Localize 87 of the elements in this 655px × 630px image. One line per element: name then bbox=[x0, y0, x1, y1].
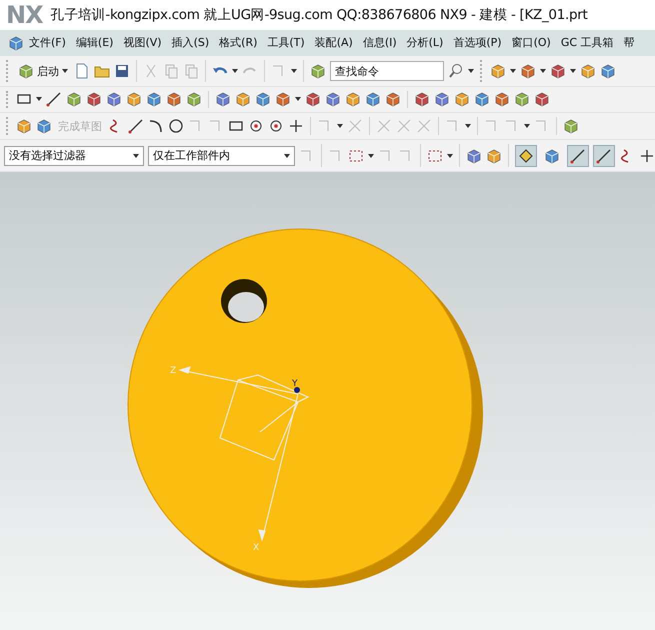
block-icon[interactable] bbox=[454, 91, 470, 108]
search-field[interactable]: 查找命令 bbox=[330, 61, 444, 82]
block-icon[interactable] bbox=[466, 148, 482, 164]
window-title: 孔子培训-kongzipx.com 就上UG网-9sug.com QQ:838676806 NX9 - 建模 - [KZ_01.prt bbox=[50, 6, 588, 24]
start-button[interactable]: 启动 bbox=[16, 63, 70, 80]
block-icon[interactable] bbox=[365, 91, 381, 108]
menu-item[interactable]: 插入(S) bbox=[166, 35, 214, 50]
line-icon[interactable] bbox=[128, 118, 144, 134]
menu-item[interactable]: 工具(T) bbox=[262, 35, 310, 50]
menu-item[interactable]: 窗口(O) bbox=[506, 35, 556, 50]
block-icon[interactable] bbox=[325, 91, 341, 108]
block-icon[interactable] bbox=[600, 63, 616, 80]
block-icon[interactable] bbox=[310, 63, 326, 80]
block-icon[interactable] bbox=[86, 91, 102, 108]
menu-item[interactable]: 装配(A) bbox=[310, 35, 358, 50]
selection-box-icon[interactable] bbox=[348, 148, 364, 164]
axis-label: Z bbox=[170, 366, 176, 376]
block-icon[interactable] bbox=[520, 63, 536, 80]
caret-icon[interactable] bbox=[510, 69, 516, 74]
caret-icon[interactable] bbox=[62, 69, 68, 74]
app-logo: NX bbox=[6, 0, 43, 29]
caret-icon[interactable] bbox=[447, 154, 453, 158]
block-icon[interactable] bbox=[490, 63, 506, 80]
block-icon[interactable] bbox=[345, 91, 361, 108]
plus-icon[interactable] bbox=[288, 118, 304, 134]
caret-icon[interactable] bbox=[465, 124, 471, 128]
menu-item[interactable]: 帮 bbox=[618, 35, 640, 50]
caret-icon[interactable] bbox=[570, 69, 576, 74]
block-icon[interactable] bbox=[146, 91, 162, 108]
block-icon[interactable] bbox=[580, 63, 596, 80]
block-icon[interactable] bbox=[166, 91, 182, 108]
block-icon[interactable] bbox=[36, 118, 52, 134]
block-icon[interactable] bbox=[550, 63, 566, 80]
block-icon[interactable] bbox=[305, 91, 321, 108]
block-icon[interactable] bbox=[255, 91, 271, 108]
block-icon[interactable] bbox=[414, 91, 430, 108]
caret-icon[interactable] bbox=[284, 154, 290, 158]
block-icon[interactable] bbox=[514, 91, 530, 108]
caret-icon[interactable] bbox=[337, 124, 343, 128]
axis-label: X bbox=[253, 543, 260, 553]
menu-item[interactable]: GC 工具箱 bbox=[556, 35, 619, 50]
caret-icon[interactable] bbox=[540, 69, 546, 74]
block-icon[interactable] bbox=[434, 91, 450, 108]
menu-item[interactable]: 格式(R) bbox=[214, 35, 262, 50]
menu-item[interactable]: 编辑(E) bbox=[70, 35, 118, 50]
point-icon[interactable] bbox=[268, 118, 284, 134]
circle-icon[interactable] bbox=[168, 118, 184, 134]
block-icon[interactable] bbox=[186, 91, 202, 108]
caret-icon[interactable] bbox=[36, 97, 42, 102]
menu-item[interactable]: 文件(F) bbox=[24, 35, 71, 50]
caret-icon[interactable] bbox=[295, 97, 301, 102]
filter-dropdown[interactable]: 没有选择过滤器 bbox=[4, 146, 144, 166]
block-icon[interactable] bbox=[494, 91, 510, 108]
axis-label: Y bbox=[292, 379, 298, 389]
arc-icon[interactable] bbox=[148, 118, 164, 134]
sheet-icon[interactable] bbox=[74, 63, 90, 80]
selection-box-icon[interactable] bbox=[427, 148, 443, 164]
block-icon[interactable] bbox=[16, 118, 32, 134]
block-icon[interactable] bbox=[385, 91, 401, 108]
block-icon[interactable] bbox=[215, 91, 231, 108]
block-icon[interactable] bbox=[18, 63, 34, 80]
block-icon[interactable] bbox=[66, 91, 82, 108]
menu-item[interactable]: 分析(L) bbox=[402, 35, 448, 50]
plus-icon[interactable] bbox=[639, 148, 655, 164]
block-icon[interactable] bbox=[275, 91, 291, 108]
block-icon[interactable] bbox=[534, 91, 550, 108]
caret-icon[interactable] bbox=[232, 69, 238, 74]
caret-icon[interactable] bbox=[524, 124, 530, 128]
block-icon[interactable] bbox=[486, 148, 502, 164]
point-icon[interactable] bbox=[248, 118, 264, 134]
caret-icon[interactable] bbox=[291, 69, 297, 74]
caret-icon[interactable] bbox=[368, 154, 374, 158]
menu-item[interactable]: 视图(V) bbox=[118, 35, 167, 50]
block-icon[interactable] bbox=[235, 91, 251, 108]
line-icon[interactable] bbox=[46, 91, 62, 108]
origin-point bbox=[294, 387, 300, 393]
block-icon[interactable] bbox=[474, 91, 490, 108]
scope-dropdown[interactable]: 仅在工作部件内 bbox=[148, 146, 295, 166]
block-icon[interactable] bbox=[8, 34, 24, 51]
caret-icon[interactable] bbox=[468, 69, 474, 74]
block-icon[interactable] bbox=[126, 91, 142, 108]
menu-item[interactable]: 信息(I) bbox=[358, 35, 402, 50]
menu-item[interactable]: 首选项(P) bbox=[448, 35, 507, 50]
search-icon[interactable] bbox=[448, 63, 464, 80]
caret-icon[interactable] bbox=[133, 154, 139, 158]
block-icon[interactable] bbox=[563, 118, 579, 134]
block-icon[interactable] bbox=[106, 91, 122, 108]
